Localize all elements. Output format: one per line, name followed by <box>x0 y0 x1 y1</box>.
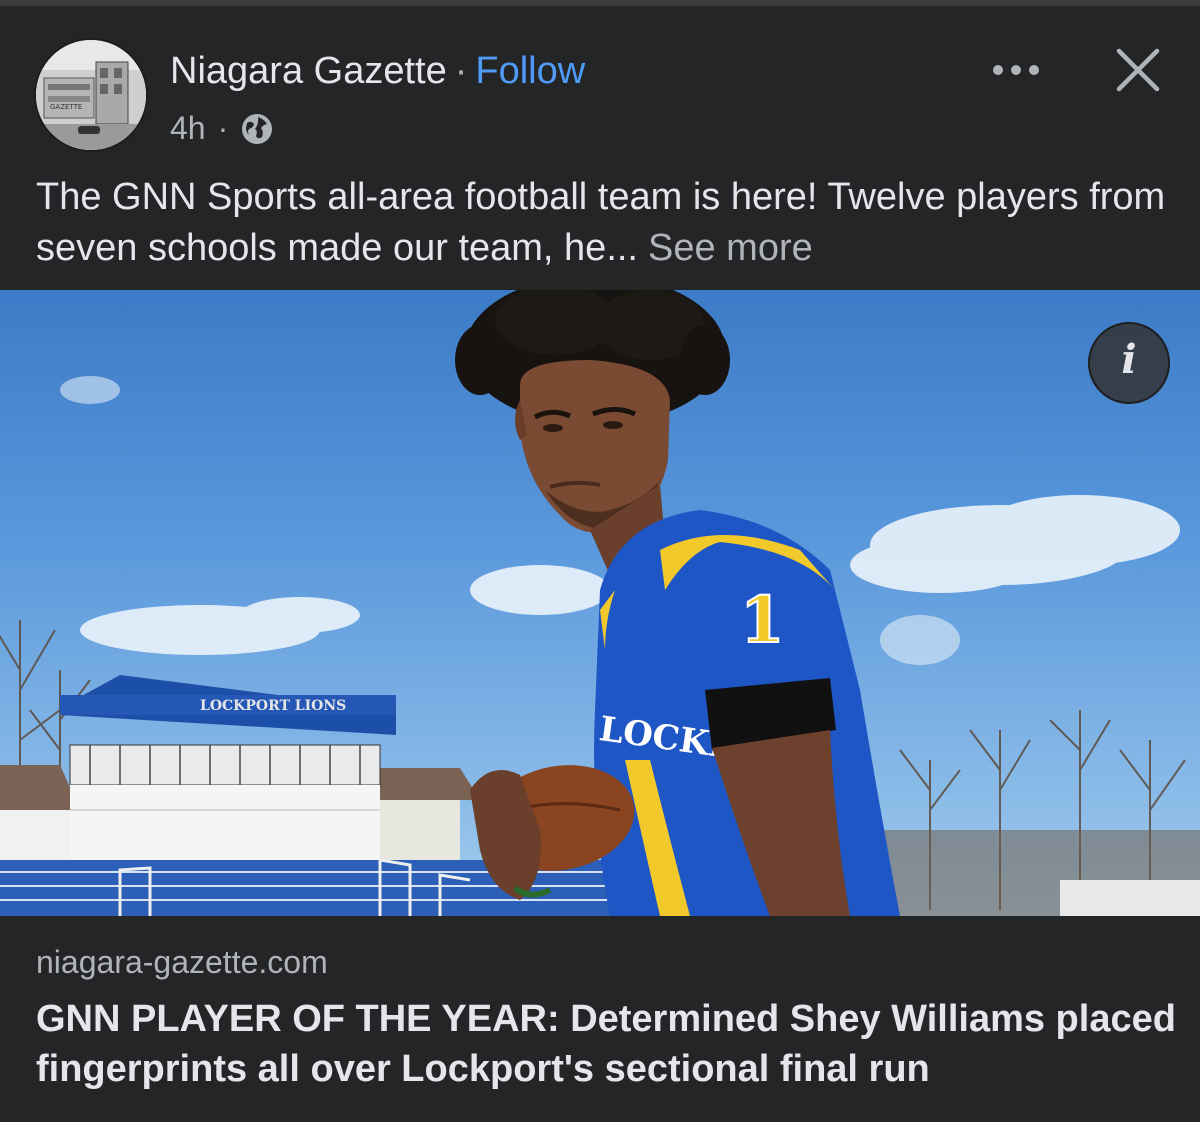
close-icon <box>1116 48 1160 92</box>
page-name[interactable]: Niagara Gazette <box>170 50 447 92</box>
post-text: The GNN Sports all-area football team is… <box>36 172 1166 274</box>
info-icon: i <box>1121 336 1137 383</box>
follow-button[interactable]: Follow <box>475 50 585 92</box>
jersey-number: 1 <box>740 583 785 658</box>
post-timestamp[interactable]: 4h <box>170 110 206 147</box>
banner-text: LOCKPORT LIONS <box>200 698 346 714</box>
link-headline[interactable]: GNN PLAYER OF THE YEAR: Determined Shey … <box>36 994 1176 1094</box>
avatar-building-image: GAZETTE <box>36 40 146 150</box>
post-body-text: The GNN Sports all-area football team is… <box>36 176 1166 269</box>
more-options-button[interactable] <box>988 55 1044 85</box>
post-meta: 4h · <box>170 110 274 147</box>
page-avatar[interactable]: GAZETTE <box>34 38 148 152</box>
see-more-link[interactable]: See more <box>648 227 813 269</box>
title-separator: · <box>454 50 468 92</box>
press-box: LOCKPORT LIONS <box>60 675 396 860</box>
link-domain: niagara-gazette.com <box>36 944 328 980</box>
globe-icon <box>242 113 273 144</box>
post-title-line: Niagara Gazette · Follow <box>170 50 585 93</box>
meta-separator: · <box>217 110 229 146</box>
bleachers <box>0 858 680 916</box>
photo-scene: LOCKPORT LIONS 1 LOCKPORT <box>0 290 1200 916</box>
post-photo[interactable]: LOCKPORT LIONS 1 LOCKPORT <box>0 290 1200 916</box>
avatar-sign-text: GAZETTE <box>50 103 82 111</box>
info-button[interactable]: i <box>1088 322 1170 404</box>
close-button[interactable] <box>1110 42 1166 98</box>
more-horizontal-icon <box>993 65 1039 75</box>
